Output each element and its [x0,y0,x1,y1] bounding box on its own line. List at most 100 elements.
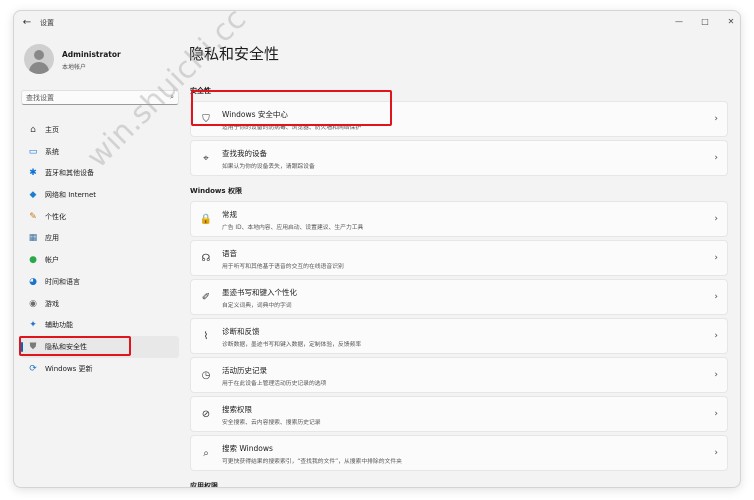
card-description: 安全搜索、云内容搜索、搜索历史记录 [222,420,321,426]
close-icon[interactable]: ✕ [720,15,740,29]
card-description: 诊断数据，墨迹书写和键入数据，定制体验，反馈频率 [222,342,362,348]
card-description: 可更快获得结果的搜索索引，“查找我的文件”，从搜索中排除的文件夹 [222,459,402,465]
settings-card[interactable]: ⌖ 查找我的设备如果认为你的设备丢失，请跟踪设备 › [190,140,728,176]
sidebar-item-label: 网络和 Internet [45,191,97,200]
avatar-head [34,50,44,60]
minimize-icon[interactable]: — [668,15,690,29]
network-icon: ◆ [29,190,37,201]
sidebar-item-label: 蓝牙和其他设备 [45,169,94,178]
chevron-right-icon: › [714,292,718,302]
settings-card[interactable]: ⌕ 搜索 Windows 可更快获得结果的搜索索引，“查找我的文件”，从搜索中排除的… [190,435,728,471]
sidebar-item-label: 应用 [45,234,59,243]
avatar [24,44,54,74]
section-label: 安全性 [190,87,211,95]
sidebar-item-4[interactable]: ✎ 个性化 [21,206,179,228]
card-title: 诊断和反馈 [222,327,260,336]
settings-card[interactable]: 🔒 常规 广告 ID、本地内容、应用启动、设置建议、生产力工具 › [190,201,728,237]
sidebar-item-label: 游戏 [45,299,59,308]
inking-icon: ✐ [201,292,211,303]
page-title: 隐私和安全性 [189,45,280,63]
settings-card[interactable]: ✐ 墨迹书写和键入个性化 自定义词典，词典中的字词 › [190,279,728,315]
find-device-icon: ⌖ [203,153,209,164]
chevron-right-icon: › [714,214,718,224]
sidebar-item-1[interactable]: ▭ 系统 [21,141,179,163]
search-icon[interactable]: ⌕ [170,93,174,102]
chevron-right-icon: › [714,331,718,341]
profile-account-type: 本地帐户 [62,64,87,71]
card-title: 活动历史记录 [222,366,267,375]
card-title: 搜索权限 [222,405,252,414]
sidebar-item-label: 时间和语言 [45,277,80,286]
sidebar-item-5[interactable]: ▦ 应用 [21,227,179,249]
sidebar-item-9[interactable]: ✦ 辅助功能 [21,314,179,336]
privacy-shield-icon: ⛊ [29,341,37,352]
sidebar-item-label: 辅助功能 [45,321,73,330]
settings-window: ← 设置 — □ ✕ Administrator 本地帐户 ⌕ ⌂ 主页 ▭ 系统 ✱ 蓝… [13,10,741,488]
maximize-icon[interactable]: □ [694,15,716,29]
profile-name: Administrator [62,50,121,59]
sidebar-item-10[interactable]: ⛊ 隐私和安全性 [21,335,179,358]
lock-icon: 🔒 [199,214,213,225]
time-language-icon: ◕ [29,276,37,287]
sidebar-item-0[interactable]: ⌂ 主页 [21,119,179,141]
chevron-right-icon: › [714,448,718,458]
card-description: 用于在此设备上管理活动历史记录的选项 [222,381,327,387]
accessibility-icon: ✦ [29,320,37,331]
gaming-icon: ◉ [29,298,37,309]
speech-icon: ☊ [201,253,211,264]
bluetooth-icon: ✱ [29,168,37,179]
sidebar-item-label: 帐户 [45,256,59,265]
apps-icon: ▦ [28,233,38,244]
personalization-icon: ✎ [29,211,37,222]
card-description: 用于听写和其他基于语音的交互的在线语音识别 [222,264,344,270]
search-input[interactable] [26,92,156,104]
search-windows-icon: ⌕ [203,448,209,459]
settings-card[interactable]: ⊘ 搜索权限 安全搜索、云内容搜索、搜索历史记录 › [190,396,728,432]
chevron-right-icon: › [714,153,718,163]
settings-card[interactable]: ☊ 语音用于听写和其他基于语音的交互的在线语音识别 › [190,240,728,276]
card-title: 常规 [222,210,237,219]
card-title: Windows 安全中心 [222,110,288,119]
home-icon: ⌂ [30,125,36,135]
card-title: 语音 [222,249,237,258]
card-title: 搜索 Windows [222,444,273,453]
chevron-right-icon: › [714,114,718,124]
windows-update-icon: ⟳ [29,363,37,374]
shield-icon: ⛉ [202,114,210,125]
back-arrow-icon[interactable]: ← [20,16,34,30]
diagnostics-icon: ⌇ [203,331,209,342]
sidebar-item-11[interactable]: ⟳ Windows 更新 [21,358,179,380]
card-description: 自定义词典，词典中的字词 [222,303,292,309]
card-description: 如果认为你的设备丢失，请跟踪设备 [222,164,315,170]
sidebar-item-6[interactable]: ● 帐户 [21,249,179,271]
account-icon: ● [29,255,37,266]
sidebar-item-8[interactable]: ◉ 游戏 [21,293,179,315]
main-content: 隐私和安全性 安全性 Windows 权限 应用权限 ⛉ Windows 安全中心适用… [189,33,740,488]
sidebar-item-label: Windows 更新 [45,364,93,373]
sidebar-nav: ⌂ 主页 ▭ 系统 ✱ 蓝牙和其他设备 ◆ 网络和 Internet ✎ 个性化 ▦ 应用 ● 帐户 ◕ 时间… [21,119,179,379]
app-title: 设置 [40,19,54,27]
settings-card[interactable]: ⌇ 诊断和反馈诊断数据，墨迹书写和键入数据，定制体验，反馈频率 › [190,318,728,354]
sidebar-item-3[interactable]: ◆ 网络和 Internet [21,184,179,206]
sidebar-item-2[interactable]: ✱ 蓝牙和其他设备 [21,162,179,184]
history-icon: ◷ [201,370,211,381]
chevron-right-icon: › [714,253,718,263]
search-box[interactable]: ⌕ [21,90,179,105]
sidebar-item-label: 隐私和安全性 [45,342,87,351]
sidebar-item-7[interactable]: ◕ 时间和语言 [21,271,179,293]
title-bar: ← 设置 — □ ✕ [14,11,740,33]
system-icon: ▭ [28,146,38,157]
settings-card[interactable]: ◷ 活动历史记录用于在此设备上管理活动历史记录的选项 › [190,357,728,393]
sidebar-item-label: 主页 [45,126,59,134]
sidebar-item-label: 个性化 [45,212,66,221]
sidebar-item-label: 系统 [45,147,59,156]
section-label: Windows 权限 [190,187,242,195]
section-label: 应用权限 [190,482,218,488]
avatar-body [29,62,49,74]
settings-card[interactable]: ⛉ Windows 安全中心适用于你的设备的防病毒、浏览器、防火墙和网络保护 › [190,101,728,137]
card-title: 墨迹书写和键入个性化 [222,288,297,297]
card-description: 适用于你的设备的防病毒、浏览器、防火墙和网络保护 [222,125,362,131]
card-title: 查找我的设备 [222,149,267,158]
search-permissions-icon: ⊘ [201,409,211,420]
chevron-right-icon: › [714,370,718,380]
